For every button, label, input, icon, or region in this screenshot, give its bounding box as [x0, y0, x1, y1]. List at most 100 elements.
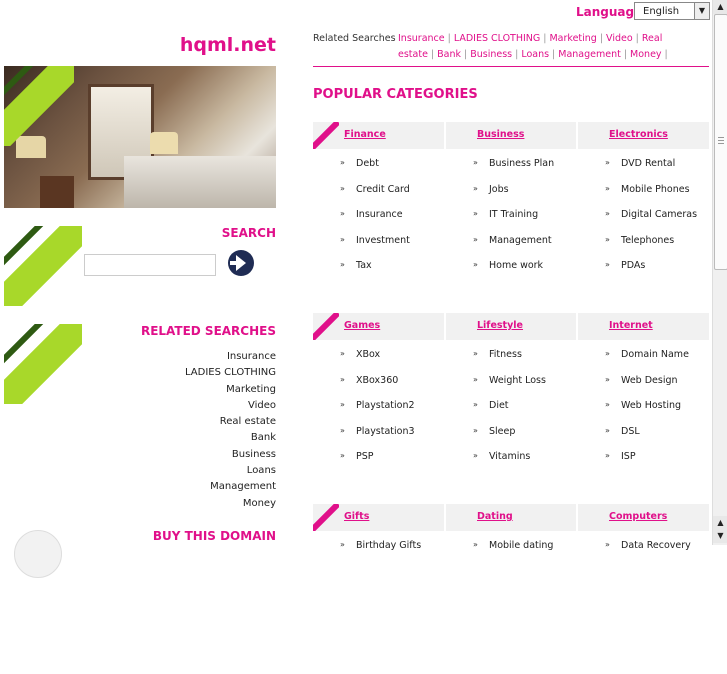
- scrollbar[interactable]: ▲ ▲ ▼: [712, 0, 727, 545]
- link-separator: |: [623, 49, 628, 60]
- site-title: hqml.net: [179, 34, 276, 56]
- language-select[interactable]: English ▼: [634, 2, 710, 20]
- category-heading-link[interactable]: Electronics: [609, 129, 668, 140]
- category-item-link[interactable]: » Management: [473, 235, 552, 246]
- category-item-link[interactable]: » Debt: [340, 158, 379, 169]
- category-item-link[interactable]: » Domain Name: [605, 349, 689, 360]
- category-item-link[interactable]: » Birthday Gifts: [340, 540, 422, 551]
- category-item-link[interactable]: » PDAs: [605, 260, 645, 271]
- category-heading-link[interactable]: Computers: [609, 511, 667, 522]
- related-search-link[interactable]: Marketing: [185, 382, 276, 398]
- top-related-link[interactable]: LADIES CLOTHING: [454, 33, 540, 44]
- category-item-link[interactable]: » DVD Rental: [605, 158, 675, 169]
- category-item-link[interactable]: » Tax: [340, 260, 372, 271]
- category-heading-link[interactable]: Gifts: [344, 511, 369, 522]
- category-item-link[interactable]: » XBox360: [340, 375, 398, 386]
- category-item-link[interactable]: » Mobile dating: [473, 540, 553, 551]
- category-item-label: IT Training: [489, 209, 539, 220]
- category-item-link[interactable]: » Jobs: [473, 184, 509, 195]
- scroll-thumb[interactable]: [714, 14, 727, 270]
- related-search-link[interactable]: Business: [185, 447, 276, 463]
- category-item-link[interactable]: » Investment: [340, 235, 410, 246]
- top-related-link[interactable]: Loans: [521, 49, 549, 60]
- category-item-link[interactable]: » PSP: [340, 451, 374, 462]
- scroll-up-icon[interactable]: ▲: [713, 0, 727, 14]
- category-item-label: Vitamins: [489, 451, 531, 462]
- category-item-link[interactable]: » Fitness: [473, 349, 522, 360]
- category-heading-link[interactable]: Business: [477, 129, 524, 140]
- chevron-right-icon: »: [340, 374, 345, 384]
- category-item-link[interactable]: » Playstation2: [340, 400, 415, 411]
- category-item-link[interactable]: » Home work: [473, 260, 543, 271]
- related-search-link[interactable]: Bank: [185, 430, 276, 446]
- chevron-right-icon: »: [473, 400, 478, 409]
- category-item-label: ISP: [621, 451, 636, 462]
- category-item-link[interactable]: » IT Training: [473, 209, 539, 220]
- category-item-link[interactable]: » Telephones: [605, 235, 674, 246]
- chevron-right-icon: »: [473, 349, 478, 358]
- scroll-down-icon[interactable]: ▼: [713, 529, 727, 543]
- buy-domain-heading: BUY THIS DOMAIN: [152, 529, 276, 543]
- related-search-link[interactable]: Loans: [185, 463, 276, 479]
- related-search-link[interactable]: Insurance: [185, 349, 276, 365]
- link-separator: |: [599, 33, 604, 44]
- category-heading-link[interactable]: Lifestyle: [477, 320, 523, 331]
- category-item-link[interactable]: » Digital Cameras: [605, 209, 697, 220]
- top-related-links: Insurance | LADIES CLOTHING | Marketing | Vide…: [398, 31, 698, 63]
- related-search-link[interactable]: Video: [185, 398, 276, 414]
- category-item-label: Data Recovery: [621, 540, 691, 551]
- top-related-link[interactable]: Money: [630, 49, 662, 60]
- scroll-up-icon[interactable]: ▲: [713, 516, 727, 529]
- category-item-label: Credit Card: [356, 183, 410, 195]
- category-item-link[interactable]: » Insurance: [340, 209, 403, 220]
- category-item-label: XBox: [356, 349, 381, 360]
- search-go-button[interactable]: [228, 250, 254, 276]
- popular-categories-title: POPULAR CATEGORIES: [313, 87, 478, 102]
- top-related-link[interactable]: Management: [558, 49, 621, 60]
- category-item-label: Mobile Phones: [621, 183, 690, 195]
- top-related-link[interactable]: Bank: [437, 49, 461, 60]
- category-item-link[interactable]: » Diet: [473, 400, 509, 411]
- category-item-link[interactable]: » Data Recovery: [605, 540, 691, 551]
- category-item-link[interactable]: » Vitamins: [473, 451, 531, 462]
- chevron-right-icon: »: [340, 183, 345, 193]
- related-search-link[interactable]: LADIES CLOTHING: [185, 365, 276, 381]
- category-item-link[interactable]: » Business Plan: [473, 158, 554, 169]
- category-heading-link[interactable]: Internet: [609, 320, 653, 331]
- related-search-link[interactable]: Management: [185, 479, 276, 495]
- category-item-label: Birthday Gifts: [356, 540, 422, 551]
- category-item-link[interactable]: » ISP: [605, 451, 636, 462]
- category-item-label: PSP: [356, 451, 374, 462]
- top-related-link[interactable]: Business: [470, 49, 512, 60]
- top-related-link[interactable]: Insurance: [398, 33, 445, 44]
- chevron-right-icon: »: [473, 374, 478, 384]
- category-item-link[interactable]: » XBox: [340, 349, 381, 360]
- category-item-label: Playstation2: [356, 400, 415, 411]
- link-separator: |: [430, 49, 435, 60]
- chevron-right-icon: »: [340, 209, 345, 218]
- category-item-label: Web Hosting: [621, 400, 682, 411]
- related-search-link[interactable]: Money: [185, 496, 276, 512]
- top-related-link[interactable]: Video: [606, 33, 633, 44]
- category-item-link[interactable]: » Mobile Phones: [605, 183, 690, 195]
- category-item-link[interactable]: » Weight Loss: [473, 375, 546, 386]
- related-search-link[interactable]: Real estate: [185, 414, 276, 430]
- category-heading-link[interactable]: Finance: [344, 129, 386, 140]
- search-input[interactable]: [84, 254, 216, 276]
- link-separator: |: [464, 49, 468, 60]
- category-item-label: Tax: [356, 260, 372, 271]
- chevron-down-icon[interactable]: ▼: [694, 3, 709, 19]
- category-item-link[interactable]: » Web Hosting: [605, 400, 682, 411]
- category-item-link[interactable]: » Playstation3: [340, 426, 415, 437]
- category-item-link[interactable]: » Web Design: [605, 375, 678, 386]
- chevron-right-icon: »: [605, 374, 610, 384]
- category-item-link[interactable]: » Credit Card: [340, 183, 410, 195]
- category-heading-link[interactable]: Games: [344, 320, 380, 331]
- category-heading-link[interactable]: Dating: [477, 511, 513, 522]
- category-item-link[interactable]: » DSL: [605, 425, 640, 437]
- top-related-label: Related Searches: [313, 33, 396, 44]
- category-item-link[interactable]: » Sleep: [473, 426, 515, 437]
- top-related-link[interactable]: Marketing: [549, 33, 596, 44]
- chevron-right-icon: »: [473, 260, 478, 269]
- category-item-label: DSL: [621, 425, 640, 437]
